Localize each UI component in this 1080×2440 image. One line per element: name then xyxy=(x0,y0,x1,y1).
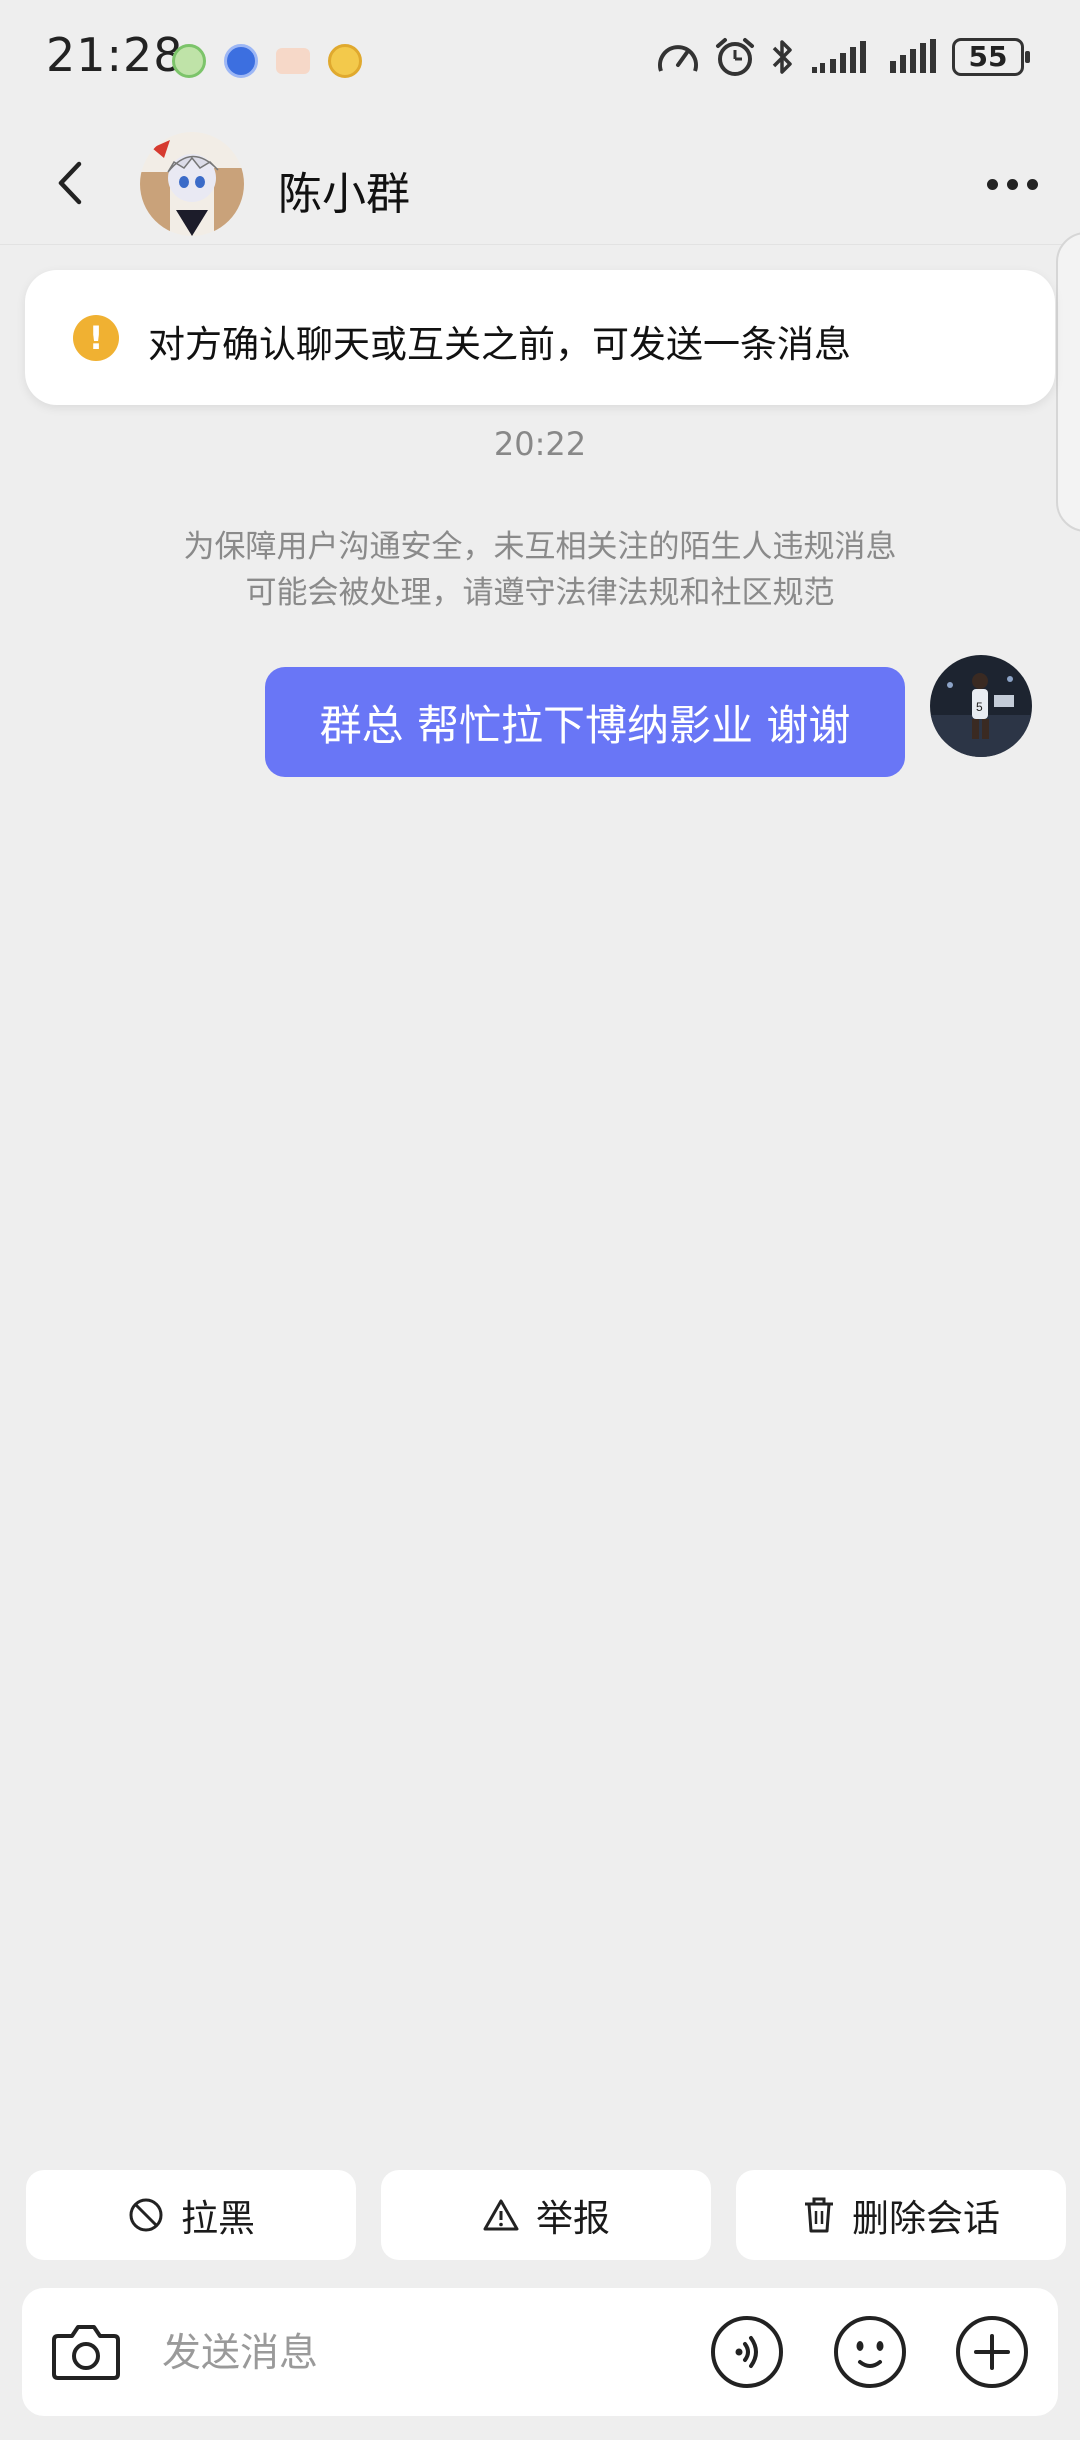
emoji-button[interactable] xyxy=(830,2312,910,2392)
more-dots-icon xyxy=(986,178,998,190)
green-app-icon xyxy=(172,44,206,78)
side-drawer-handle[interactable] xyxy=(1056,232,1080,532)
voice-button[interactable] xyxy=(707,2312,787,2392)
warning-circle-icon: ! xyxy=(73,315,119,361)
emoji-icon xyxy=(834,2316,906,2388)
svg-text:5: 5 xyxy=(976,700,983,714)
notice-text: 对方确认聊天或互关之前，可发送一条消息 xyxy=(148,323,851,366)
back-button[interactable] xyxy=(40,148,100,218)
delete-conversation-label: 删除会话 xyxy=(852,2197,1000,2240)
signal-icon-2 xyxy=(890,39,936,73)
status-time: 21:28 xyxy=(46,28,184,82)
message-limit-notice: ! 对方确认聊天或互关之前，可发送一条消息 xyxy=(25,270,1055,405)
mail-app-icon xyxy=(276,48,310,74)
speedometer-icon xyxy=(658,45,698,72)
chevron-left-icon xyxy=(58,161,82,205)
signal-icon-1 xyxy=(812,41,866,73)
safety-notice-line-2: 可能会被处理，请遵守法律法规和社区规范 xyxy=(245,575,835,611)
blue-app-icon xyxy=(224,44,258,78)
safety-notice-line-1: 为保障用户沟通安全，未互相关注的陌生人违规消息 xyxy=(183,529,897,565)
contact-name: 陈小群 xyxy=(278,169,410,220)
my-avatar[interactable]: 5 xyxy=(930,655,1032,757)
status-bar: 21:28 55 xyxy=(0,0,1080,120)
contact-avatar[interactable] xyxy=(140,132,244,236)
bluetooth-icon xyxy=(772,40,792,74)
block-label: 拉黑 xyxy=(181,2197,255,2240)
message-input[interactable] xyxy=(162,2318,682,2388)
alarm-icon xyxy=(716,38,754,76)
trash-icon xyxy=(805,2197,833,2233)
warning-triangle-icon xyxy=(483,2199,519,2231)
plus-icon xyxy=(956,2316,1028,2388)
block-button[interactable]: 拉黑 xyxy=(26,2170,356,2260)
report-button[interactable]: 举报 xyxy=(381,2170,711,2260)
camera-button[interactable] xyxy=(46,2312,126,2392)
message-input-bar xyxy=(22,2288,1058,2416)
safety-notice: 为保障用户沟通安全，未互相关注的陌生人违规消息 可能会被处理，请遵守法律法规和社… xyxy=(0,524,1080,616)
battery-indicator: 55 xyxy=(952,38,1030,76)
block-icon xyxy=(129,2198,163,2232)
message-timestamp: 20:22 xyxy=(493,425,587,463)
chat-header: 陈小群 xyxy=(0,120,1080,245)
plus-button[interactable] xyxy=(952,2312,1032,2392)
delete-conversation-button[interactable]: 删除会话 xyxy=(736,2170,1066,2260)
more-options-button[interactable] xyxy=(972,156,1052,212)
sent-message-bubble[interactable]: 群总 帮忙拉下博纳影业 谢谢 xyxy=(265,667,905,777)
status-indicators: 55 xyxy=(656,36,1030,78)
report-label: 举报 xyxy=(536,2197,610,2240)
camera-icon xyxy=(52,2325,120,2380)
status-app-icons xyxy=(172,44,362,78)
voice-icon xyxy=(711,2316,783,2388)
emoji-app-icon xyxy=(328,44,362,78)
